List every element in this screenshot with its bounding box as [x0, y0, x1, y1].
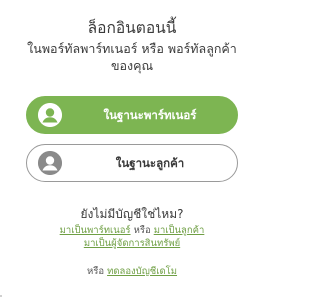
or-text: หรือ: [86, 266, 105, 277]
user-avatar-icon: [38, 103, 62, 127]
or-text: หรือ: [133, 225, 151, 236]
login-as-partner-button[interactable]: ในฐานะพาร์ทเนอร์: [26, 96, 238, 134]
become-partner-link[interactable]: มาเป็นพาร์ทเนอร์: [60, 225, 131, 236]
supplier-link-row: มาเป็นผู้จัดการสินทรัพย์: [0, 237, 264, 250]
trial-link-row: หรือ ทดลองบัญชีเดโม: [0, 265, 264, 278]
become-customer-link[interactable]: มาเป็นลูกค้า: [154, 225, 205, 236]
customer-button-label: ในฐานะลูกค้า: [115, 156, 185, 170]
login-subtitle: ในพอร์ทัลพาร์ทเนอร์ หรือ พอร์ทัลลูกค้าขอ…: [27, 41, 237, 73]
login-as-customer-button[interactable]: ในฐานะลูกค้า: [26, 144, 238, 182]
become-supplier-link[interactable]: มาเป็นผู้จัดการสินทรัพย์: [84, 238, 180, 249]
signup-links-row: มาเป็นพาร์ทเนอร์ หรือ มาเป็นลูกค้า: [0, 224, 264, 237]
user-avatar-icon: [38, 151, 62, 175]
partner-button-label: ในฐานะพาร์ทเนอร์: [103, 108, 197, 122]
login-title: ล็อกอินตอนนี้: [87, 19, 177, 37]
trial-account-link[interactable]: ทดลองบัญชีเดโม: [107, 266, 177, 277]
no-account-question: ยังไม่มีบัญชีใช่ไหม?: [80, 207, 184, 221]
divider: [0, 295, 2, 297]
